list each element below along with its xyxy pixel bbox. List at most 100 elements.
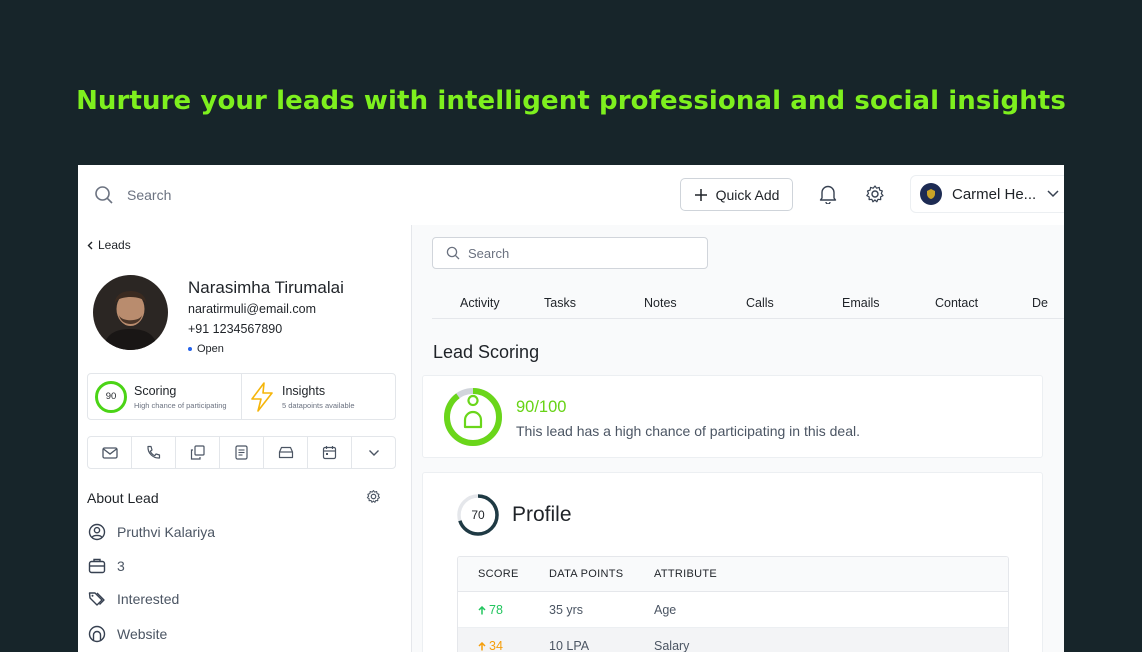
- globe-icon: [88, 625, 106, 643]
- insights-card[interactable]: Insights 5 datapoints available: [241, 374, 395, 419]
- archive-icon: [278, 446, 293, 459]
- lead-owner-row: Pruthvi Kalariya: [88, 523, 215, 541]
- row-data-point: 10 LPA: [549, 639, 590, 652]
- lead-detail-panel: Leads Narasimha Tirumalai naratirmuli@em…: [78, 225, 412, 652]
- column-score: SCORE: [478, 568, 519, 580]
- scoring-title: Scoring: [134, 383, 177, 398]
- row-score-value: 34: [489, 639, 503, 652]
- row-data-point: 35 yrs: [549, 603, 584, 617]
- lead-email[interactable]: naratirmuli@email.com: [188, 302, 316, 316]
- status-dot: [188, 347, 192, 351]
- top-bar: Search Quick Add Carmel He...: [78, 165, 1064, 225]
- summary-cards: 90 Scoring High chance of participating …: [87, 373, 396, 420]
- lead-count: 3: [117, 557, 125, 574]
- chevron-left-icon: [87, 241, 93, 249]
- arrow-up-icon: [478, 641, 486, 650]
- scoring-card[interactable]: 90 Scoring High chance of participating: [88, 374, 241, 419]
- email-action-button[interactable]: [88, 437, 131, 468]
- lead-phone[interactable]: +91 1234567890: [188, 322, 282, 336]
- lead-avatar: [93, 275, 168, 350]
- lead-scoring-heading: Lead Scoring: [433, 342, 540, 362]
- copy-action-button[interactable]: [175, 437, 219, 468]
- tab-emails[interactable]: Emails: [842, 296, 880, 310]
- insights-subtitle: 5 datapoints available: [282, 400, 355, 410]
- panel-search-input[interactable]: Search: [432, 237, 708, 269]
- insights-title: Insights: [282, 383, 326, 398]
- archive-action-button[interactable]: [263, 437, 307, 468]
- crm-app-window: Search Quick Add Carmel He... Leads Nara…: [78, 165, 1064, 652]
- briefcase-icon: [88, 558, 106, 574]
- user-circle-icon: [88, 523, 106, 541]
- table-row: 78 35 yrs Age: [458, 592, 1008, 628]
- tab-more[interactable]: De: [1032, 296, 1048, 310]
- row-score: 34: [478, 639, 503, 652]
- user-name: Carmel He...: [952, 185, 1037, 203]
- chevron-down-icon: [1047, 190, 1059, 198]
- lead-source: Website: [117, 626, 168, 642]
- lead-tag: Interested: [117, 591, 180, 607]
- lead-score-description: This lead has a high chance of participa…: [516, 423, 860, 439]
- about-lead-heading: About Lead: [87, 490, 159, 506]
- profile-card: 70 Profile SCORE DATA POINTS ATTRIBUTE 7…: [422, 472, 1043, 652]
- search-icon: [446, 246, 460, 260]
- mail-icon: [101, 446, 118, 459]
- more-actions-button[interactable]: [351, 437, 395, 468]
- row-attribute: Age: [654, 603, 677, 617]
- bell-icon[interactable]: [819, 184, 837, 204]
- lightning-icon: [251, 381, 273, 412]
- global-search[interactable]: Search: [94, 185, 171, 205]
- profile-score-ring: 70: [457, 494, 499, 536]
- scoring-ring: 90: [95, 380, 127, 413]
- lead-score-value: 90/100: [516, 398, 567, 416]
- lead-status-badge: Open: [188, 343, 224, 355]
- calendar-action-button[interactable]: [307, 437, 351, 468]
- panel-search-placeholder: Search: [468, 245, 510, 261]
- user-menu[interactable]: Carmel He...: [910, 175, 1064, 213]
- lead-owner: Pruthvi Kalariya: [117, 524, 216, 540]
- row-score-value: 78: [489, 603, 503, 617]
- lead-count-row: 3: [88, 557, 125, 574]
- tab-notes[interactable]: Notes: [644, 296, 677, 310]
- search-icon: [95, 186, 113, 204]
- profile-table: SCORE DATA POINTS ATTRIBUTE 78 35 yrs Ag…: [457, 556, 1009, 652]
- row-attribute: Salary: [654, 639, 690, 652]
- quick-add-button[interactable]: Quick Add: [680, 178, 793, 211]
- call-action-button[interactable]: [131, 437, 175, 468]
- calendar-icon: [322, 446, 337, 460]
- lead-action-bar: [87, 436, 396, 469]
- crest-icon: [927, 189, 935, 199]
- back-to-leads-link[interactable]: Leads: [87, 238, 131, 252]
- settings-icon[interactable]: [366, 489, 381, 504]
- tab-activity[interactable]: Activity: [460, 296, 500, 310]
- profile-score-text: 70: [471, 508, 485, 522]
- scoring-subtitle: High chance of participating: [134, 400, 227, 410]
- tab-calls[interactable]: Calls: [746, 296, 774, 310]
- profile-heading: Profile: [512, 503, 572, 526]
- arrow-up-icon: [478, 605, 486, 614]
- person-badge-icon: [463, 394, 483, 429]
- lead-scoring-card: 90/100 This lead has a high chance of pa…: [422, 375, 1043, 458]
- lead-tabs: Activity Tasks Notes Calls Emails Contac…: [432, 289, 1064, 319]
- gear-icon[interactable]: [865, 184, 885, 204]
- column-data-points: DATA POINTS: [549, 568, 624, 580]
- tab-contact[interactable]: Contact: [935, 296, 978, 310]
- row-score: 78: [478, 603, 503, 617]
- user-avatar: [920, 183, 942, 205]
- person-photo: [93, 275, 168, 350]
- column-attribute: ATTRIBUTE: [654, 568, 717, 580]
- document-action-button[interactable]: [219, 437, 263, 468]
- global-search-placeholder: Search: [127, 187, 172, 203]
- copy-icon: [190, 445, 205, 460]
- lead-tag-row: Interested: [88, 591, 179, 607]
- plus-icon: [694, 188, 707, 201]
- back-label: Leads: [98, 238, 131, 252]
- table-row: 34 10 LPA Salary: [458, 628, 1008, 652]
- document-icon: [235, 445, 248, 460]
- headline: Nurture your leads with intelligent prof…: [76, 86, 1066, 116]
- lead-name: Narasimha Tirumalai: [188, 278, 344, 297]
- tab-tasks[interactable]: Tasks: [544, 296, 576, 310]
- lead-content-panel: Search Activity Tasks Notes Calls Emails…: [412, 225, 1064, 652]
- tag-icon: [88, 592, 105, 606]
- lead-status-label: Open: [197, 343, 224, 355]
- chevron-down-icon: [368, 449, 379, 456]
